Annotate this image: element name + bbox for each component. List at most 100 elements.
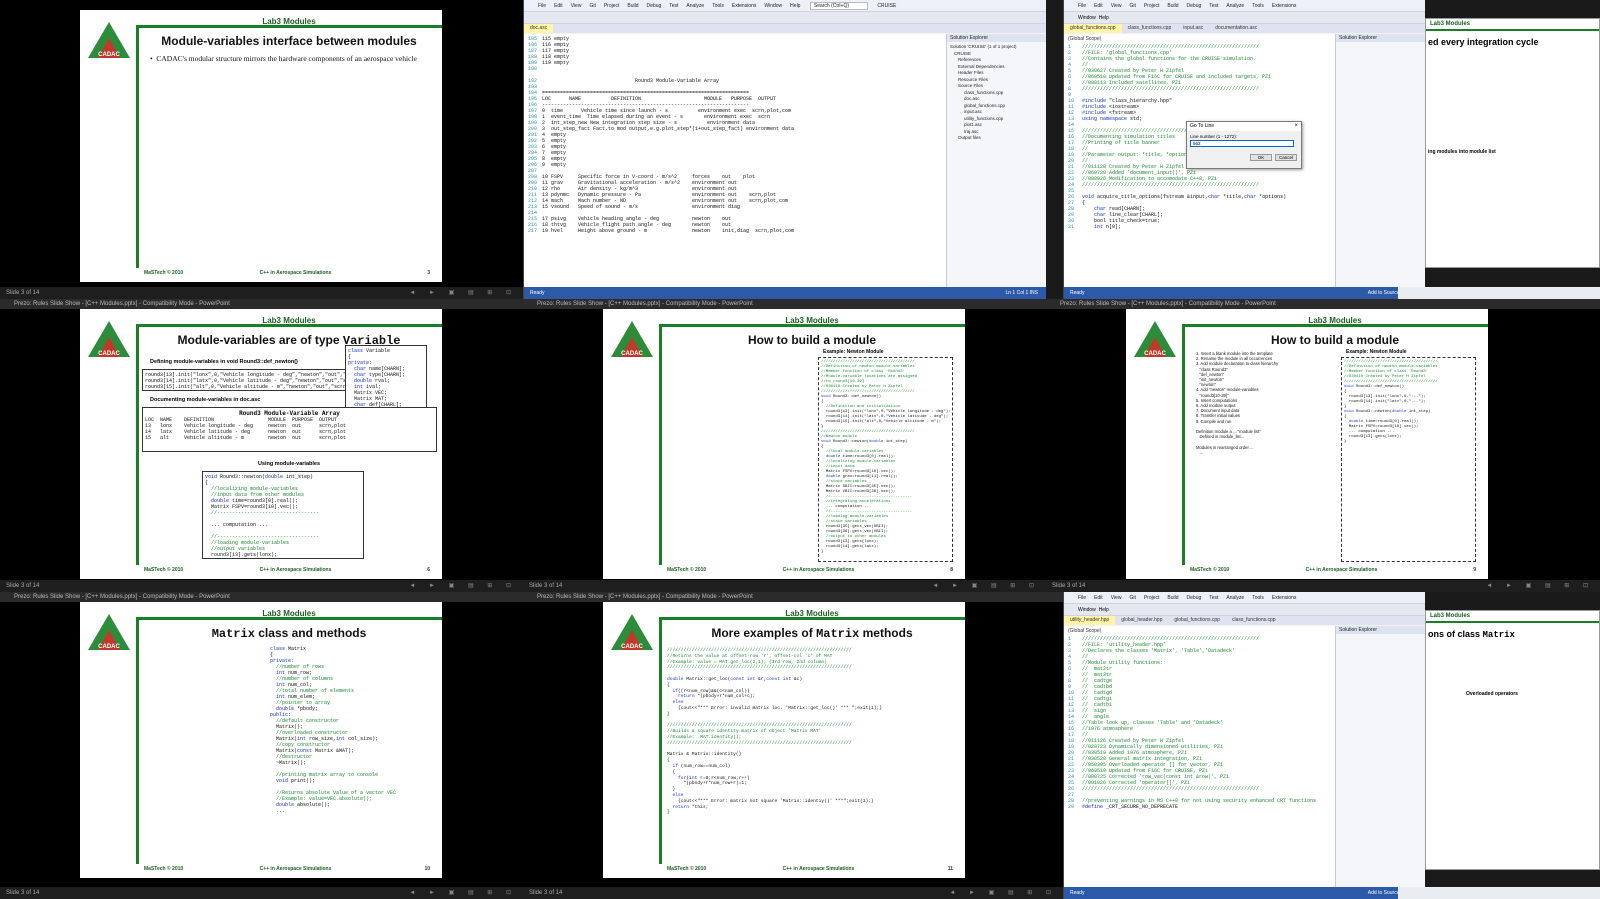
slideshow-controls[interactable]: ◄ ► ▣ ▤ ⊞ ⊡ [932, 580, 1040, 592]
menu-file[interactable]: File [1078, 595, 1086, 601]
slide-title: How to build a module [748, 333, 876, 347]
menu-project[interactable]: Project [1144, 3, 1160, 9]
tab-global-header[interactable]: global_header.hpp [1115, 616, 1168, 625]
slide-header-band: Lab3 Modules [1426, 611, 1599, 623]
ide-toolbar [524, 12, 1046, 24]
close-icon[interactable]: × [1294, 122, 1298, 131]
menu-tools[interactable]: Tools [1252, 3, 1264, 9]
solution-explorer-title: Solution Explorer [1336, 34, 1425, 42]
tab-doc-asc[interactable]: doc.asc [524, 24, 554, 33]
menu-debug[interactable]: Debug [647, 3, 662, 9]
slide-6: CADAC Lab3 Modules Module-variables are … [80, 309, 442, 579]
menu-extensions[interactable]: Extensions [732, 3, 756, 9]
scope-dropdown[interactable]: (Global Scope) [1068, 36, 1335, 42]
menu-help[interactable]: Help [790, 3, 800, 9]
menu-build[interactable]: Build [627, 3, 638, 9]
menu-git[interactable]: Git [1129, 595, 1135, 601]
menu-project[interactable]: Project [604, 3, 620, 9]
tab-class-functions[interactable]: class_functions.cpp [1122, 24, 1178, 33]
menu-analyze[interactable]: Analyze [686, 3, 704, 9]
menu-edit[interactable]: Edit [1094, 3, 1103, 9]
slide-header-band: Lab3 Modules [1426, 19, 1599, 31]
slideshow-controls[interactable]: ◄ ► ▣ ▤ ⊞ ⊡ [409, 580, 517, 592]
menu-extensions[interactable]: Extensions [1272, 3, 1296, 9]
menu-tools[interactable]: Tools [1252, 595, 1264, 601]
slideshow-window-5: Prezo: Rules Slide Show - [C++ Modules.p… [0, 592, 523, 899]
slide-bullet: • CADAC's modular structure mirrors the … [150, 54, 417, 63]
viewer-status-bar: Slide 3 of 14 ◄ ► ▣ ▤ ⊞ ⊡ [523, 580, 1046, 592]
slide-subtitle: ing modules into module list [1428, 149, 1496, 155]
search-box[interactable]: Search (Ctrl+Q) [809, 2, 869, 10]
slide-left-rule [136, 327, 139, 565]
slideshow-controls[interactable]: ◄ ► ▣ ▤ ⊞ ⊡ [409, 287, 517, 299]
editor-tabs: utility_header.hpp global_header.hpp globa… [1064, 616, 1425, 625]
slideshow-window-2: Prezo: Rules Slide Show - [C++ Modules.p… [0, 299, 523, 592]
dialog-label: Line number (1 - 1272): [1190, 134, 1238, 139]
ok-button[interactable]: OK [1250, 154, 1272, 161]
go-to-line-dialog: Go To Line × Line number (1 - 1272): OKC… [1186, 121, 1302, 169]
menu-test[interactable]: Test [669, 3, 678, 9]
slideshow-window-1: CADAC Lab3 Modules Module-variables inte… [0, 0, 523, 299]
solution-explorer-title: Solution Explorer [947, 34, 1046, 42]
ide-toolbar: Window Help [1064, 604, 1425, 616]
menu-build[interactable]: Build [1167, 3, 1178, 9]
solution-tree[interactable]: Solution 'CRUISE' (1 of 1 project) CRUIS… [947, 42, 1046, 144]
slide-footer: MaSTech © 2010 C++ in Aerospace Simulatio… [144, 866, 430, 872]
scope-dropdown[interactable]: (Global Scope) [1068, 628, 1335, 634]
menu-window[interactable]: Window [1078, 607, 1096, 613]
menu-extensions[interactable]: Extensions [1272, 595, 1296, 601]
menu-test[interactable]: Test [1209, 3, 1218, 9]
menu-git[interactable]: Git [589, 3, 595, 9]
tree-item[interactable]: Output files [950, 135, 1043, 142]
slideshow-controls[interactable]: ◄ ► ▣ ▤ ⊞ ⊡ [409, 887, 517, 899]
example-label: Example: Newton Module [823, 349, 884, 355]
taskbar-strip [1398, 287, 1600, 299]
tab-documentation[interactable]: documentation.asc [1209, 24, 1263, 33]
menu-edit[interactable]: Edit [554, 3, 563, 9]
menu-window[interactable]: Window [764, 3, 782, 9]
doc-section-title: Round3 Module-Variable Array [635, 78, 720, 84]
menu-file[interactable]: File [1078, 3, 1086, 9]
menu-view[interactable]: View [1111, 3, 1122, 9]
slide-header: Lab3 Modules [262, 17, 316, 26]
code-editor[interactable]: (Global Scope) 1////////////////////////… [1064, 626, 1335, 887]
tab-global-functions[interactable]: global_functions.cpp [1168, 616, 1226, 625]
cadac-logo-icon: CADAC [1134, 321, 1176, 357]
slide-title: Matrix class and methods [211, 626, 367, 641]
slide-header-band: Lab3 Modules [136, 14, 442, 28]
menu-window[interactable]: Window [1078, 15, 1096, 21]
ide-toolbar: Window Help [1064, 12, 1425, 24]
menu-view[interactable]: View [571, 3, 582, 9]
tab-input-asc[interactable]: input.asc [1177, 24, 1209, 33]
slide-11: CADAC Lab3 Modules More examples of Matr… [603, 602, 965, 878]
partial-slide-window-1: Lab3 Modules ed every integration cycle … [1425, 18, 1600, 268]
menu-debug[interactable]: Debug [1187, 595, 1202, 601]
menu-debug[interactable]: Debug [1187, 3, 1202, 9]
visual-studio-window-2: File Edit View Git Project Build Debug Test Anal… [1063, 0, 1425, 299]
doc-array-box: Round3 Module-Variable Array LOC NAME DE… [142, 407, 437, 452]
menu-project[interactable]: Project [1144, 595, 1160, 601]
slide-title: ed every integration cycle [1428, 37, 1539, 47]
menu-analyze[interactable]: Analyze [1226, 595, 1244, 601]
menu-help[interactable]: Help [1099, 607, 1109, 613]
tab-utility-header[interactable]: utility_header.hpp [1064, 616, 1116, 625]
window-title: Prezo: Rules Slide Show - [C++ Modules.p… [0, 592, 523, 602]
menu-view[interactable]: View [1111, 595, 1122, 601]
solution-explorer: Solution Explorer Solution 'CRUISE' (1 o… [946, 34, 1046, 287]
menu-tools[interactable]: Tools [712, 3, 724, 9]
menu-help[interactable]: Help [1099, 15, 1109, 21]
slideshow-controls[interactable]: ◄ ► ▣ ▤ ⊞ ⊡ [949, 887, 1057, 899]
code-editor[interactable]: 185 115 empty 186 116 empty 187 117 empty 1… [524, 34, 946, 287]
menu-build[interactable]: Build [1167, 595, 1178, 601]
tab-global-functions[interactable]: global_functions.cpp [1064, 24, 1122, 33]
menu-file[interactable]: File [538, 3, 546, 9]
menu-edit[interactable]: Edit [1094, 595, 1103, 601]
menu-analyze[interactable]: Analyze [1226, 3, 1244, 9]
menu-test[interactable]: Test [1209, 595, 1218, 601]
slide-header-band: Lab3 Modules [659, 606, 965, 620]
tab-class-functions[interactable]: class_functions.cpp [1226, 616, 1282, 625]
def-code-box: round3[13].init("lonx",0,"Vehicle longit… [142, 369, 357, 391]
slideshow-controls[interactable]: ◄ ► ▣ ▤ ⊞ ⊡ [1486, 580, 1594, 592]
cancel-button[interactable]: Cancel [1275, 154, 1297, 161]
menu-git[interactable]: Git [1129, 3, 1135, 9]
